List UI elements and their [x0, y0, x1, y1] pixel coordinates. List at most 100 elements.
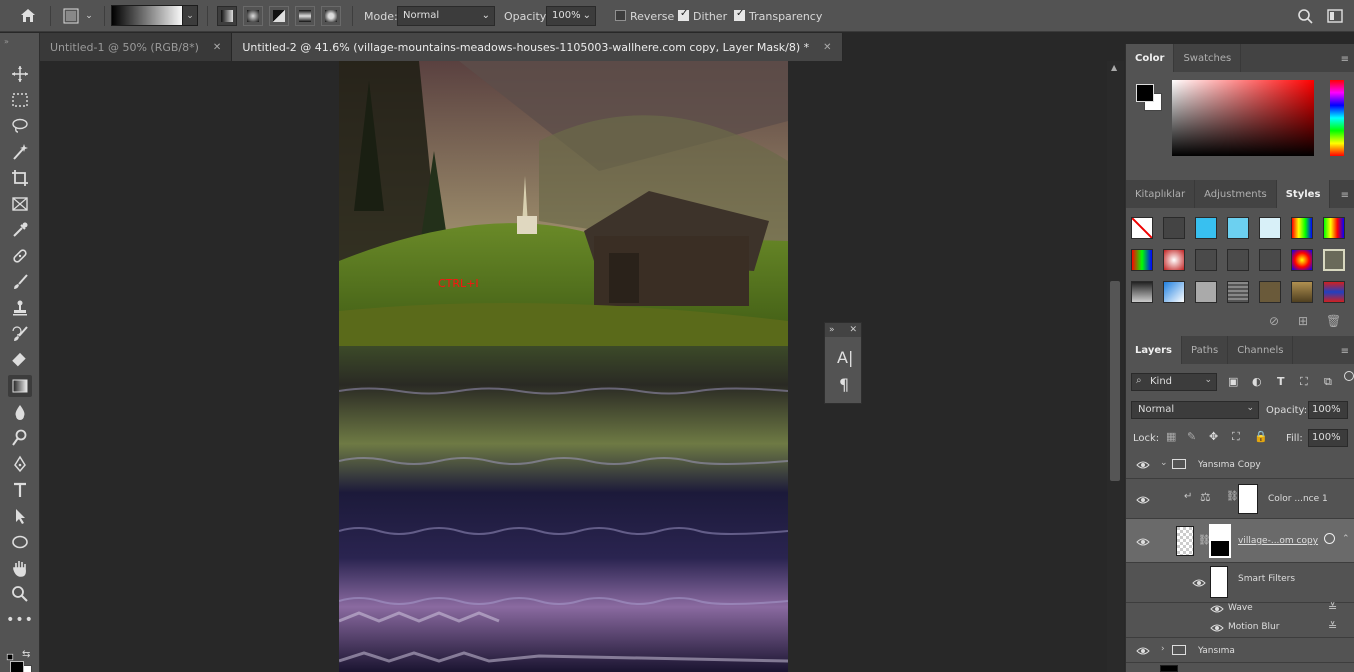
linear-gradient-button[interactable]	[217, 6, 237, 26]
eyedropper-tool-icon[interactable]	[8, 219, 32, 241]
trash-icon[interactable]: 🗑	[1326, 314, 1341, 328]
style-swatch[interactable]	[1131, 281, 1153, 303]
style-swatch[interactable]	[1131, 249, 1153, 271]
chevron-down-icon[interactable]: ⌄	[1160, 458, 1168, 468]
color-field[interactable]	[1172, 80, 1314, 156]
zoom-tool-icon[interactable]	[8, 583, 32, 605]
layer-opacity-input[interactable]: 100%	[1308, 401, 1348, 419]
brush-tool-icon[interactable]	[8, 271, 32, 293]
lock-artboard-icon[interactable]: ⛶	[1232, 430, 1240, 444]
style-swatch[interactable]	[1163, 217, 1185, 239]
lock-position-icon[interactable]: ✥	[1209, 430, 1218, 443]
eye-icon[interactable]	[1192, 578, 1206, 588]
opacity-input[interactable]: 100% ⌄	[546, 6, 596, 26]
lock-all-icon[interactable]: 🔒	[1254, 430, 1268, 443]
history-brush-tool-icon[interactable]	[8, 323, 32, 345]
filter-type-icon[interactable]: T	[1277, 375, 1285, 388]
style-swatch[interactable]	[1131, 217, 1153, 239]
filter-row-motion-blur[interactable]: Motion Blur ≚	[1126, 618, 1354, 637]
chevron-up-icon[interactable]: ⌃	[1342, 534, 1350, 544]
close-icon[interactable]: ✕	[213, 42, 221, 53]
style-swatch[interactable]	[1227, 249, 1249, 271]
tab-paths[interactable]: Paths	[1182, 336, 1229, 364]
mode-select[interactable]: Normal ⌄	[397, 6, 495, 26]
style-swatch[interactable]	[1227, 217, 1249, 239]
eraser-tool-icon[interactable]	[8, 349, 32, 371]
filter-mask-thumbnail[interactable]	[1210, 566, 1228, 598]
tab-untitled-2[interactable]: Untitled-2 @ 41.6% (village-mountains-me…	[232, 33, 843, 61]
blend-mode-select[interactable]: Normal ⌄	[1131, 401, 1259, 419]
layer-row-smart-object[interactable]: ⛓ village-...om copy ⌃	[1126, 519, 1354, 563]
tab-styles[interactable]: Styles	[1276, 180, 1331, 208]
healing-brush-tool-icon[interactable]	[8, 245, 32, 267]
gradient-tool-icon[interactable]	[8, 375, 32, 397]
grip-icon[interactable]: »	[4, 37, 9, 46]
gradient-picker-swatch[interactable]	[111, 5, 185, 26]
style-swatch[interactable]	[1259, 217, 1281, 239]
filter-adjustment-icon[interactable]: ◐	[1252, 375, 1262, 388]
magic-wand-tool-icon[interactable]	[8, 141, 32, 163]
paragraph-panel-icon[interactable]: ¶	[839, 375, 849, 394]
style-swatch[interactable]	[1323, 249, 1345, 271]
lasso-tool-icon[interactable]	[8, 115, 32, 137]
angle-gradient-button[interactable]	[269, 6, 289, 26]
lock-transparent-icon[interactable]: ▦	[1166, 430, 1176, 443]
style-swatch[interactable]	[1291, 249, 1313, 271]
style-swatch[interactable]	[1227, 281, 1249, 303]
clear-style-icon[interactable]: ⊘	[1269, 314, 1279, 328]
foreground-background-colors[interactable]: ⇆	[6, 649, 34, 672]
panel-menu-icon[interactable]: ≡	[1341, 54, 1349, 65]
transparency-checkbox[interactable]	[734, 8, 745, 21]
layer-thumbnail[interactable]	[1160, 665, 1178, 672]
radial-gradient-button[interactable]	[243, 6, 263, 26]
reverse-checkbox[interactable]	[615, 10, 626, 21]
lock-image-icon[interactable]: ✎	[1187, 430, 1196, 443]
filter-row-wave[interactable]: Wave ≚	[1126, 599, 1354, 618]
eye-icon[interactable]	[1136, 646, 1150, 656]
style-swatch[interactable]	[1291, 281, 1313, 303]
dither-checkbox[interactable]	[678, 8, 689, 21]
layer-row-partial[interactable]	[1126, 663, 1354, 672]
marquee-tool-icon[interactable]	[8, 89, 32, 111]
search-icon[interactable]	[1294, 4, 1316, 28]
gradient-picker-dropdown[interactable]: ⌄	[182, 5, 198, 26]
close-icon[interactable]: ✕	[849, 325, 857, 335]
style-swatch[interactable]	[1259, 249, 1281, 271]
panel-menu-icon[interactable]: ≡	[1341, 346, 1349, 357]
filter-options-icon[interactable]: ≚	[1328, 620, 1337, 633]
filter-smart-object-icon[interactable]: ⧉	[1324, 375, 1332, 389]
reflected-gradient-button[interactable]	[295, 6, 315, 26]
layer-mask-thumbnail[interactable]	[1238, 484, 1258, 514]
style-swatch[interactable]	[1195, 249, 1217, 271]
filter-toggle-icon[interactable]	[1344, 371, 1354, 381]
character-panel-icon[interactable]: A|	[837, 348, 853, 367]
style-swatch[interactable]	[1195, 281, 1217, 303]
blur-tool-icon[interactable]	[8, 401, 32, 423]
tab-swatches[interactable]: Swatches	[1174, 44, 1242, 72]
ellipse-tool-icon[interactable]	[8, 531, 32, 553]
workspace-icon[interactable]	[1324, 4, 1346, 28]
path-selection-tool-icon[interactable]	[8, 505, 32, 527]
tab-untitled-1[interactable]: Untitled-1 @ 50% (RGB/8*) ✕	[40, 33, 233, 61]
layer-thumbnail[interactable]	[1176, 526, 1194, 556]
hand-tool-icon[interactable]	[8, 557, 32, 579]
tab-layers[interactable]: Layers	[1126, 336, 1182, 364]
tab-color[interactable]: Color	[1126, 44, 1175, 72]
foreground-color-swatch[interactable]	[1136, 84, 1154, 102]
style-swatch[interactable]	[1259, 281, 1281, 303]
vertical-scrollbar[interactable]: ▲	[1107, 61, 1124, 672]
style-swatch[interactable]	[1163, 249, 1185, 271]
style-swatch[interactable]	[1195, 217, 1217, 239]
style-swatch[interactable]	[1291, 217, 1313, 239]
dodge-tool-icon[interactable]	[8, 427, 32, 449]
layer-row-group[interactable]: › Yansıma	[1126, 637, 1354, 663]
eye-icon[interactable]	[1136, 537, 1150, 547]
filter-pixel-icon[interactable]: ▣	[1228, 375, 1238, 388]
style-swatch[interactable]	[1163, 281, 1185, 303]
filter-shape-icon[interactable]: ⛶	[1300, 375, 1308, 389]
layer-mask-thumbnail[interactable]	[1209, 524, 1231, 558]
tab-adjustments[interactable]: Adjustments	[1195, 180, 1277, 208]
fill-input[interactable]: 100%	[1308, 429, 1348, 447]
more-tools-icon[interactable]: •••	[6, 609, 33, 631]
collapse-icon[interactable]: »	[829, 325, 835, 335]
